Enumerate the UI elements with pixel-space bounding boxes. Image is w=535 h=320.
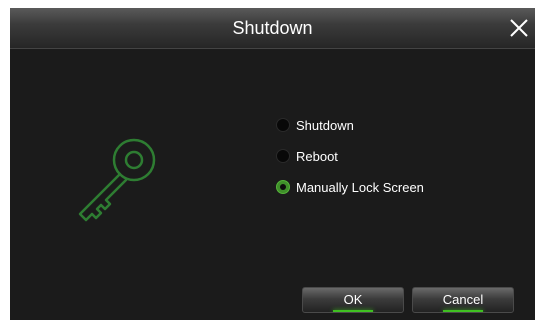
option-shutdown[interactable]: Shutdown — [276, 116, 354, 134]
shutdown-dialog: Shutdown Shutdown Reboot Manually Lock S… — [10, 8, 535, 320]
reboot-radio[interactable] — [276, 149, 290, 163]
title-bar: Shutdown — [10, 8, 535, 49]
cancel-button[interactable]: Cancel — [412, 287, 514, 313]
key-icon — [78, 138, 156, 222]
option-label: Reboot — [296, 148, 338, 164]
dialog-title: Shutdown — [232, 18, 313, 38]
close-icon — [510, 19, 528, 37]
option-manually-lock-screen[interactable]: Manually Lock Screen — [276, 178, 424, 196]
option-reboot[interactable]: Reboot — [276, 147, 338, 165]
manually-lock-screen-radio[interactable] — [276, 180, 290, 194]
option-label: Manually Lock Screen — [296, 179, 424, 195]
shutdown-radio[interactable] — [276, 118, 290, 132]
close-button[interactable] — [507, 16, 531, 40]
ok-button[interactable]: OK — [302, 287, 404, 313]
option-label: Shutdown — [296, 117, 354, 133]
